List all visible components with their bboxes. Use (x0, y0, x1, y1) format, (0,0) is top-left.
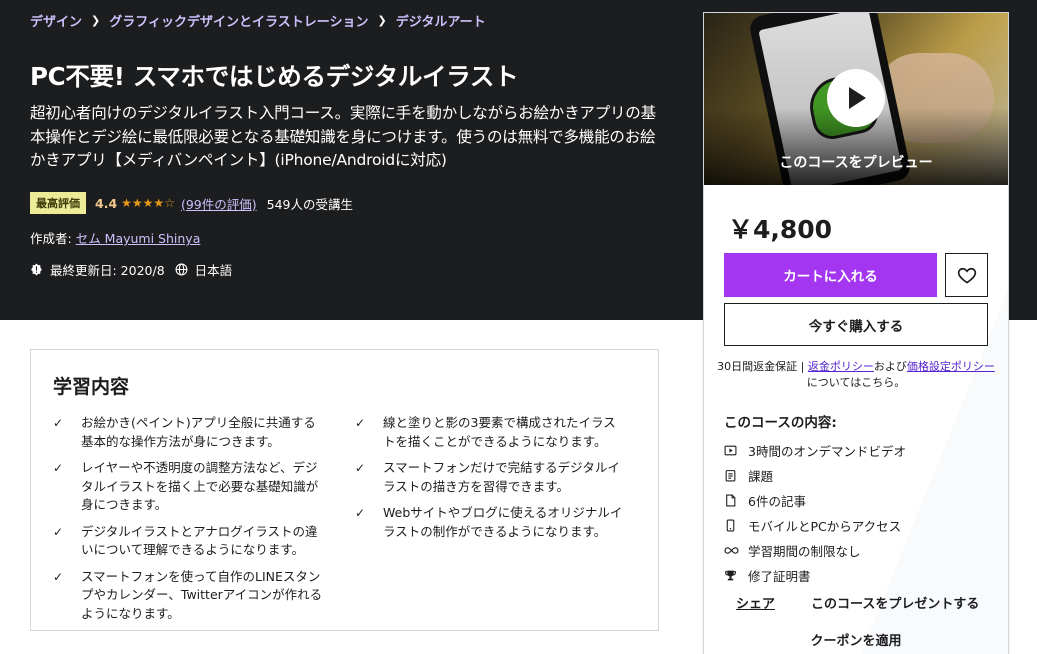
card-actions: シェア このコースをプレゼントする (736, 593, 979, 612)
list-item: 修了証明書 (724, 563, 906, 588)
list-item: モバイルとPCからアクセス (724, 513, 906, 538)
includes-list: 3時間のオンデマンドビデオ 課題 6件の記事 モバイルとPCからアクセス 学習期… (724, 438, 906, 588)
alert-badge-icon (31, 263, 42, 276)
check-icon: ✓ (355, 416, 366, 430)
learn-column-right: ✓ 線と塗りと影の3要素で構成されたイラストを描くことができるようになります。 ✓… (355, 414, 625, 549)
preview-label: このコースをプレビュー (779, 155, 933, 171)
learn-item: ✓ デジタルイラストとアナログイラストの違いについて理解できるようになります。 (53, 523, 323, 560)
author-row: 作成者: セム Mayumi Shinya (30, 228, 200, 247)
mobile-icon (724, 519, 748, 532)
student-count: 549人の受講生 (266, 196, 353, 212)
breadcrumb-item-digital-art[interactable]: デジタルアート (396, 11, 486, 30)
list-item: 課題 (724, 463, 906, 488)
check-icon: ✓ (53, 524, 64, 539)
course-language: 日本語 (194, 263, 233, 278)
star-rating-icon: ★★★★☆ (121, 196, 175, 210)
buy-now-button[interactable]: 今すぐ購入する (724, 303, 988, 346)
what-you-will-learn: 学習内容 ✓ お絵かき(ペイント)アプリ全般に共通する基本的な操作方法が身につきま… (30, 349, 659, 631)
includes-title: このコースの内容: (724, 415, 837, 431)
bestseller-badge: 最高評価 (30, 192, 86, 214)
list-item: 3時間のオンデマンドビデオ (724, 438, 906, 463)
learn-title: 学習内容 (53, 376, 130, 398)
share-button[interactable]: シェア (736, 593, 775, 612)
gift-course-button[interactable]: このコースをプレゼントする (811, 593, 979, 612)
article-icon (724, 494, 748, 507)
play-icon[interactable] (827, 69, 885, 127)
refund-policy-link[interactable]: 返金ポリシー (808, 360, 874, 373)
list-item: 学習期間の制限なし (724, 538, 906, 563)
assignment-icon (724, 469, 748, 482)
trophy-icon (724, 569, 748, 582)
rating-value: 4.4 (95, 195, 118, 211)
chevron-right-icon: ❯ (91, 14, 101, 27)
course-meta: 最終更新日: 2020/8 日本語 (30, 260, 232, 279)
course-price: ￥4,800 (728, 215, 833, 244)
add-to-cart-button[interactable]: カートに入れる (724, 253, 937, 297)
course-description: 超初心者向けのデジタルイラスト入門コース。実際に手を動かしながらお絵かきアプリの… (30, 104, 656, 169)
check-icon: ✓ (355, 506, 366, 520)
globe-icon (175, 263, 188, 276)
check-icon: ✓ (53, 416, 64, 430)
chevron-right-icon: ❯ (377, 14, 387, 27)
apply-coupon-button[interactable]: クーポンを適用 (704, 630, 1008, 649)
video-icon (724, 444, 748, 457)
check-icon: ✓ (53, 461, 64, 475)
purchase-card: このコースをプレビュー ￥4,800 カートに入れる 今すぐ購入する 30日間返… (703, 12, 1009, 654)
course-preview[interactable]: このコースをプレビュー (704, 13, 1008, 185)
heart-icon (957, 267, 976, 284)
list-item: 6件の記事 (724, 488, 906, 513)
infinity-icon (724, 544, 748, 557)
breadcrumb: デザイン ❯ グラフィックデザインとイラストレーション ❯ デジタルアート (30, 11, 486, 30)
check-icon: ✓ (53, 569, 64, 584)
breadcrumb-item-graphic-design[interactable]: グラフィックデザインとイラストレーション (109, 11, 368, 30)
pricing-policy-link[interactable]: 価格設定ポリシー (907, 360, 995, 373)
check-icon: ✓ (355, 461, 366, 475)
wishlist-button[interactable] (945, 253, 988, 297)
last-updated: 最終更新日: 2020/8 (50, 263, 165, 278)
learn-item: ✓ スマートフォンを使って自作のLINEスタンプやカレンダー、Twitterアイコ… (53, 568, 323, 624)
learn-item: ✓ Webサイトやブログに使えるオリジナルイラストの制作ができるようになります。 (355, 504, 625, 541)
author-link[interactable]: セム Mayumi Shinya (76, 231, 201, 246)
learn-item: ✓ お絵かき(ペイント)アプリ全般に共通する基本的な操作方法が身につきます。 (53, 414, 323, 451)
rating-row: 最高評価 4.4 ★★★★☆ (99件の評価) 549人の受講生 (30, 192, 353, 214)
money-back-guarantee: 30日間返金保証 | 返金ポリシーおよび価格設定ポリシーについてはこちら。 (717, 360, 995, 389)
learn-item: ✓ レイヤーや不透明度の調整方法など、デジタルイラストを描く上で必要な基礎知識が身… (53, 459, 323, 515)
learn-item: ✓ 線と塗りと影の3要素で構成されたイラストを描くことができるようになります。 (355, 414, 625, 451)
course-title: PC不要! スマホではじめるデジタルイラスト (30, 62, 519, 91)
learn-column-left: ✓ お絵かき(ペイント)アプリ全般に共通する基本的な操作方法が身につきます。 ✓ レ… (53, 414, 323, 631)
rating-count-link[interactable]: (99件の評価) (181, 194, 257, 213)
author-prefix: 作成者: (30, 231, 76, 246)
breadcrumb-item-design[interactable]: デザイン (30, 11, 82, 30)
learn-item: ✓ スマートフォンだけで完結するデジタルイラストの描き方を習得できます。 (355, 459, 625, 496)
